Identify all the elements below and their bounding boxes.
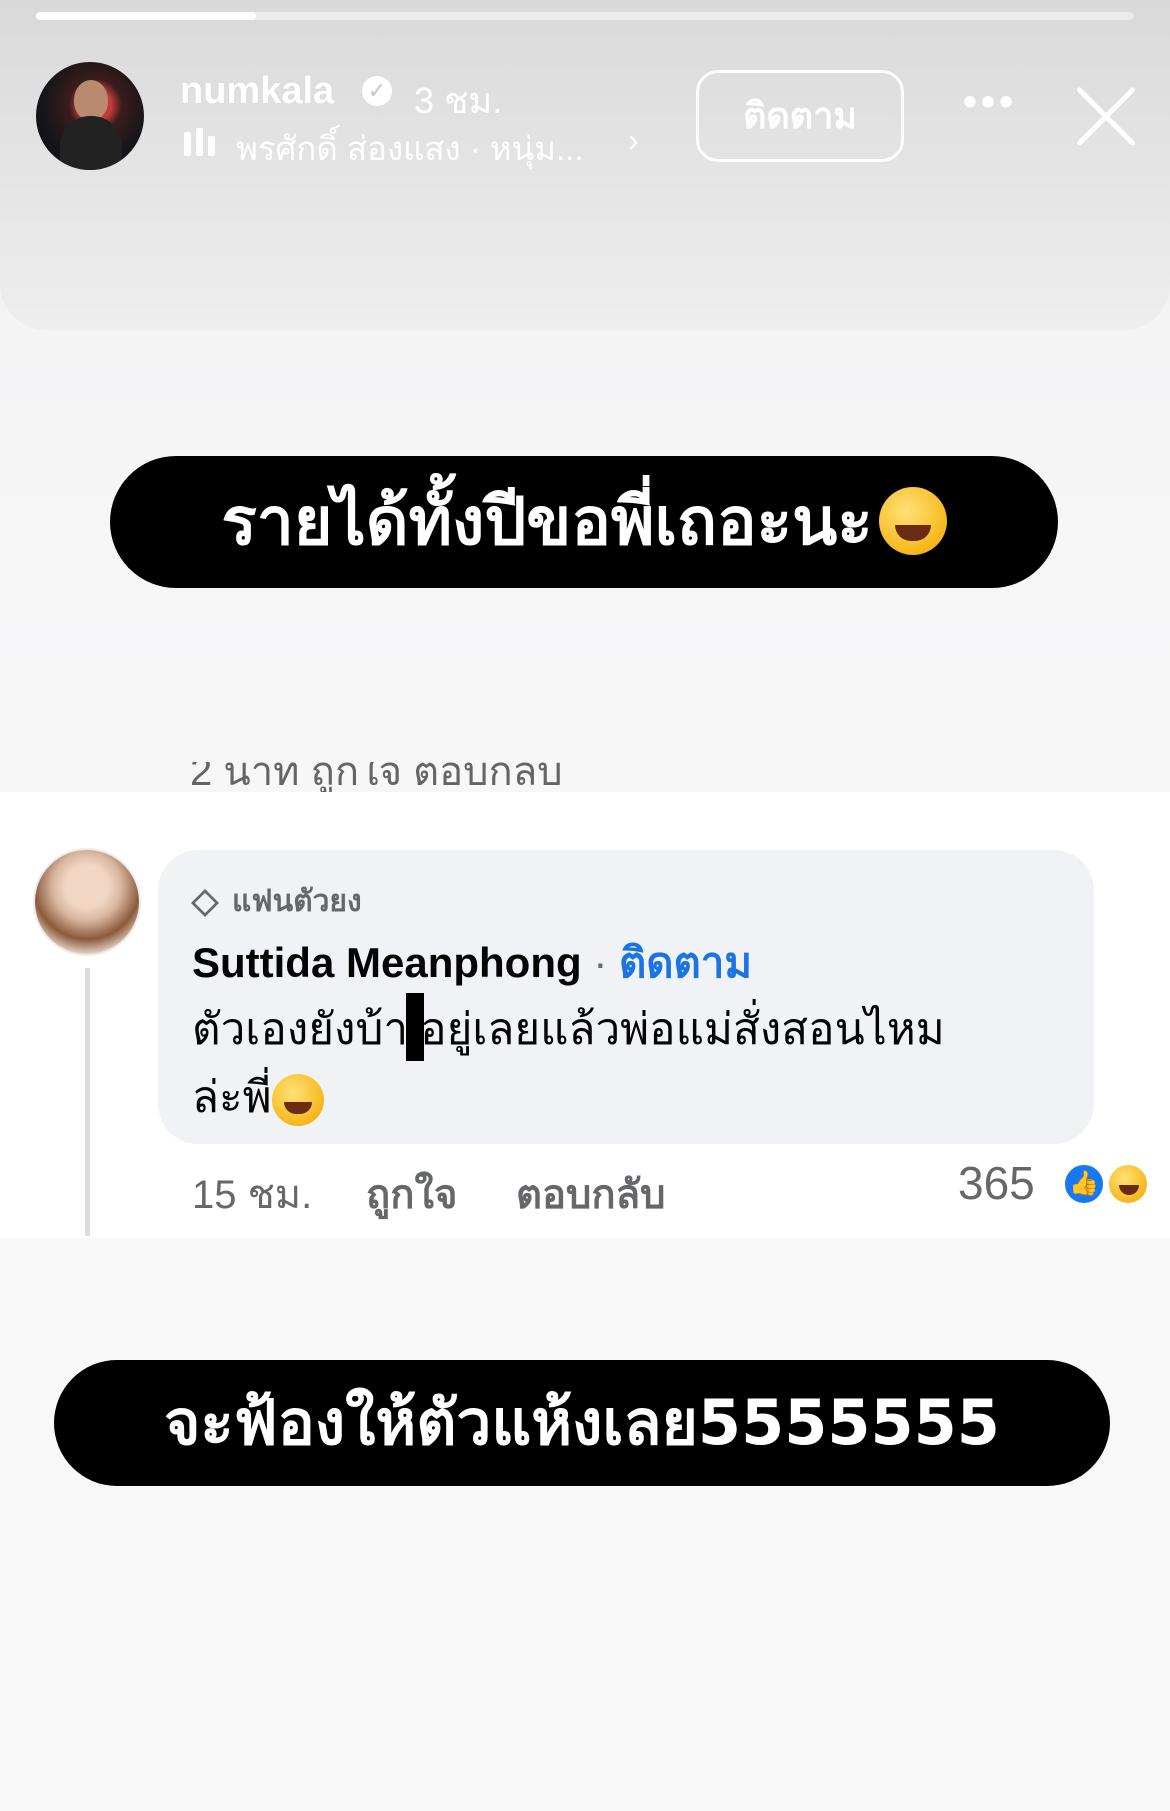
thread-line — [85, 968, 90, 1236]
name-separator: · — [593, 939, 608, 986]
music-bars-icon — [184, 128, 218, 156]
avatar-figure-body — [60, 116, 122, 170]
diamond-icon — [190, 889, 220, 918]
top-fan-badge: แฟนตัวยง — [190, 878, 362, 925]
comment-text-line2: ล่ะพี่ — [192, 1073, 272, 1122]
verified-badge-icon: ✓ — [362, 76, 392, 106]
comment-reply-button[interactable]: ตอบกลับ — [516, 1162, 666, 1226]
reaction-count[interactable]: 365 — [958, 1156, 1035, 1210]
comment-text-part2: อยู่เลยแล้วพ่อแม่สั่งสอนไหม — [420, 1005, 945, 1054]
story-caption-bottom: จะฟ้องให้ตัวแห้งเลย5555555 — [54, 1360, 1110, 1486]
follow-button[interactable]: ติดตาม — [696, 70, 904, 162]
chevron-right-icon[interactable]: › — [628, 122, 639, 159]
story-progress-bar — [36, 12, 1134, 20]
tears-of-joy-emoji — [271, 1074, 324, 1127]
comment-like-button[interactable]: ถูกใจ — [366, 1162, 457, 1226]
close-icon[interactable] — [1072, 82, 1140, 150]
story-avatar[interactable] — [36, 62, 144, 170]
story-progress-fill — [36, 12, 256, 20]
caption-bottom-text: จะฟ้องให้ตัวแห้งเลย5555555 — [164, 1386, 1000, 1459]
story-header-shade — [0, 0, 1170, 330]
avatar-figure-head — [74, 80, 108, 120]
commenter-follow-link[interactable]: ติดตาม — [619, 939, 752, 986]
badge-label: แฟนตัวยง — [232, 885, 362, 918]
rolling-laughing-emoji — [878, 486, 947, 555]
cut-off-comment-meta: 2 นาที ถูกใจ ตอบกลับ — [190, 762, 563, 792]
more-options-icon[interactable]: ••• — [960, 82, 1020, 132]
story-username[interactable]: numkala — [180, 70, 334, 113]
commenter-name[interactable]: Suttida Meanphong — [192, 939, 582, 986]
comment-time: 15 ชม. — [192, 1173, 313, 1217]
haha-reaction-icon — [1106, 1162, 1150, 1206]
comment-text-part1: ตัวเองยังบ้า — [192, 1005, 409, 1054]
story-time: 3 ชม. — [414, 80, 503, 121]
commenter-name-row: Suttida Meanphong · ติดตาม — [192, 930, 752, 996]
caption-top-text: รายได้ทั้งปีขอพี่เถอะนะ — [221, 483, 873, 560]
comment-text: ตัวเองยังบ้า อยู่เลยแล้วพ่อแม่สั่งสอนไหม … — [192, 993, 1072, 1132]
story-music-title[interactable]: พรศักดิ์ ส่องแสง · หนุ่ม... — [236, 122, 584, 175]
story-caption-top: รายได้ทั้งปีขอพี่เถอะนะ — [110, 456, 1058, 588]
like-reaction-icon: 👍 — [1062, 1162, 1106, 1206]
commenter-avatar[interactable] — [33, 848, 141, 956]
